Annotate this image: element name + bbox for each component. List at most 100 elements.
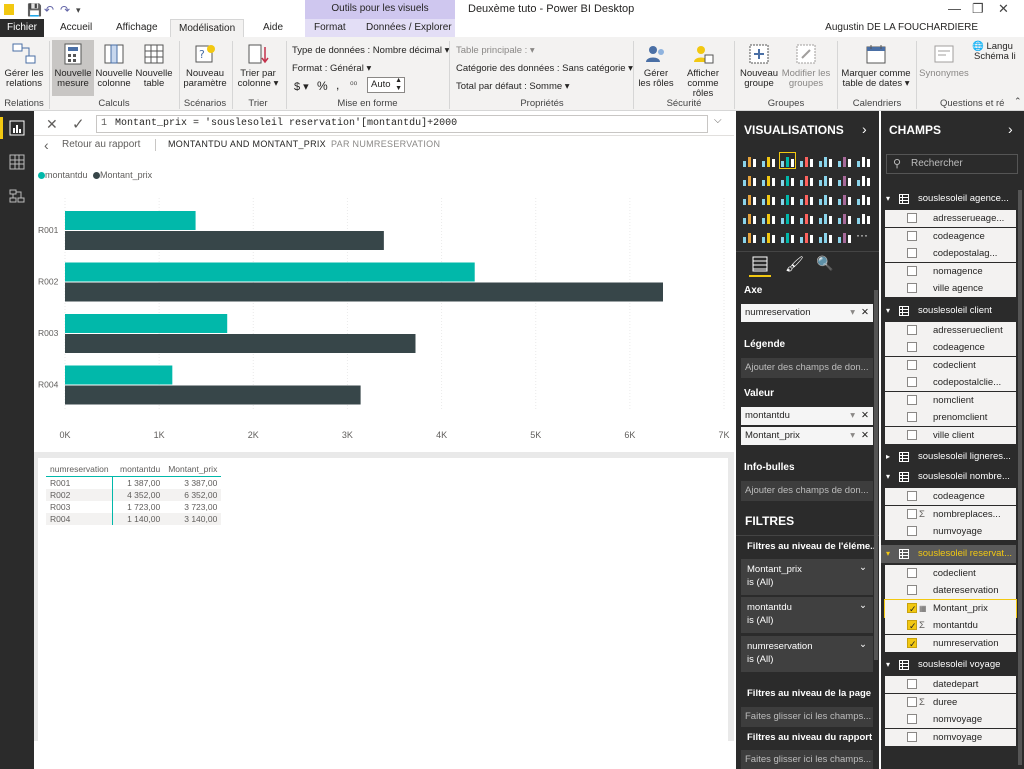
visual-type-icon[interactable] xyxy=(742,210,757,225)
table-row[interactable]: R003 1 723,00 3 723,00 xyxy=(46,501,222,513)
field-table-header[interactable]: ▸ souslesoleil ligneres... xyxy=(881,448,1016,466)
visual-type-icon[interactable] xyxy=(818,210,833,225)
field-item[interactable]: ville agence xyxy=(885,280,1016,297)
visual-type-icon[interactable] xyxy=(780,172,795,187)
field-item[interactable]: codeagence xyxy=(885,488,1016,505)
field-item[interactable]: datedepart xyxy=(885,676,1016,693)
visual-type-icon[interactable] xyxy=(818,172,833,187)
new-measure-button[interactable]: Nouvelle mesure xyxy=(52,40,94,96)
main-table-dropdown[interactable]: Table principale : ▾ xyxy=(456,45,535,56)
new-table-button[interactable]: Nouvelle table xyxy=(134,40,174,96)
tab-format[interactable]: Format xyxy=(306,19,354,37)
bar-chart[interactable]: 0K 1K 2K 3K 4K 5K 6K 7K R001 R002 R003 R004 xyxy=(34,190,734,446)
tab-aide[interactable]: Aide xyxy=(255,19,291,37)
fields-search-input[interactable]: ⚲ Rechercher xyxy=(886,154,1018,174)
page-filters-drop-zone[interactable]: Faites glisser ici les champs... xyxy=(741,707,873,727)
new-parameter-button[interactable]: ? Nouveau paramètre xyxy=(182,40,228,96)
remove-field-icon[interactable]: ✕ xyxy=(861,407,869,425)
synonyms-button[interactable]: Synonymes xyxy=(918,40,970,96)
field-checkbox[interactable] xyxy=(907,491,917,501)
valeur-field-montant-prix[interactable]: Montant_prix ▾ ✕ xyxy=(741,427,873,445)
filter-card-montant-prix[interactable]: Montant_prix ⌄ is (All) xyxy=(741,559,873,595)
visual-type-icon[interactable] xyxy=(856,191,871,206)
field-item[interactable]: nomagence xyxy=(885,262,1016,280)
visual-type-icon[interactable] xyxy=(799,153,814,168)
bar-montant-prix-r002[interactable] xyxy=(65,282,663,302)
table-row[interactable]: R004 1 140,00 3 140,00 xyxy=(46,513,222,525)
visual-type-icon[interactable] xyxy=(856,172,871,187)
field-item[interactable]: codeagence xyxy=(885,339,1016,356)
visual-type-icon[interactable] xyxy=(837,191,852,206)
view-as-roles-button[interactable]: Afficher comme rôles xyxy=(677,40,729,99)
filter-card-numreservation[interactable]: numreservation ⌄ is (All) xyxy=(741,636,873,672)
field-checkbox[interactable] xyxy=(907,567,917,578)
field-checkbox[interactable] xyxy=(907,342,917,352)
field-checkbox[interactable] xyxy=(907,213,917,223)
chevron-down-icon[interactable]: ▾ xyxy=(850,304,855,322)
model-view-icon[interactable] xyxy=(9,188,25,204)
chevron-down-icon[interactable]: ▾ xyxy=(886,545,890,563)
visual-type-icon[interactable] xyxy=(780,191,795,206)
bar-montantdu-r004[interactable] xyxy=(65,365,173,385)
tab-donnees-explorer[interactable]: Données / Explorer xyxy=(358,19,460,37)
field-checkbox[interactable] xyxy=(907,412,917,422)
visual-type-icon[interactable] xyxy=(818,229,833,244)
visual-type-icon[interactable] xyxy=(856,210,871,225)
visual-type-icon[interactable] xyxy=(761,229,776,244)
chevron-down-icon[interactable]: ⌄ xyxy=(859,638,867,651)
visual-type-icon[interactable] xyxy=(742,172,757,187)
default-summarization-dropdown[interactable]: Total par défaut : Somme ▾ xyxy=(456,81,570,92)
tab-fichier[interactable]: Fichier xyxy=(0,19,44,37)
undo-icon[interactable]: ↶ xyxy=(44,3,54,17)
field-checkbox[interactable] xyxy=(907,248,917,258)
manage-relations-button[interactable]: Gérer les relations xyxy=(2,40,46,96)
data-category-dropdown[interactable]: Catégorie des données : Sans catégorie ▾ xyxy=(456,63,633,74)
field-checkbox[interactable] xyxy=(907,618,917,634)
mark-as-date-table-button[interactable]: Marquer comme table de dates ▾ xyxy=(840,40,912,96)
minimize-icon[interactable]: — xyxy=(948,1,961,16)
field-item[interactable]: codeclient xyxy=(885,564,1016,582)
visual-type-icon[interactable] xyxy=(761,210,776,225)
filter-card-montantdu[interactable]: montantdu ⌄ is (All) xyxy=(741,597,873,633)
field-item[interactable]: adresserueclient xyxy=(885,321,1016,339)
field-item[interactable]: codeagence xyxy=(885,227,1016,245)
visual-type-icon[interactable] xyxy=(779,152,796,169)
format-dropdown[interactable]: Format : Général ▾ xyxy=(292,63,371,74)
user-name[interactable]: Augustin DE LA FOUCHARDIERE xyxy=(825,22,978,33)
sort-by-column-button[interactable]: Trier par colonne ▾ xyxy=(235,40,281,96)
formula-input[interactable]: 1 Montant_prix = 'souslesoleil reservatio… xyxy=(96,115,708,133)
commit-formula-icon[interactable]: ✓ xyxy=(72,115,85,133)
fields-well-tab-icon[interactable] xyxy=(751,255,769,273)
thousands-separator-button[interactable]: , xyxy=(336,78,339,92)
field-table-header[interactable]: ▾ souslesoleil client xyxy=(881,302,1016,320)
bar-montant-prix-r003[interactable] xyxy=(65,334,416,353)
back-arrow-icon[interactable]: ‹ xyxy=(44,137,49,153)
table-header[interactable]: Montant_prix xyxy=(164,462,221,477)
bar-montantdu-r003[interactable] xyxy=(65,314,228,333)
visual-type-icon[interactable] xyxy=(761,172,776,187)
fields-scrollbar[interactable] xyxy=(1018,190,1022,765)
tab-affichage[interactable]: Affichage xyxy=(108,19,166,37)
field-item[interactable]: nomclient xyxy=(885,391,1016,409)
tab-accueil[interactable]: Accueil xyxy=(52,19,100,37)
restore-icon[interactable]: ❐ xyxy=(972,1,984,17)
field-item[interactable]: codeclient xyxy=(885,356,1016,374)
table-row[interactable]: R002 4 352,00 6 352,00 xyxy=(46,489,222,501)
chevron-down-icon[interactable]: ▾ xyxy=(886,302,890,320)
field-checkbox[interactable] xyxy=(907,429,917,440)
visual-type-icon[interactable] xyxy=(742,229,757,244)
bar-montantdu-r001[interactable] xyxy=(65,211,196,230)
visual-type-icon[interactable] xyxy=(799,229,814,244)
field-checkbox[interactable] xyxy=(907,359,917,370)
field-checkbox[interactable] xyxy=(907,324,917,335)
field-checkbox[interactable] xyxy=(907,636,917,652)
field-item[interactable]: ▦ Montant_prix xyxy=(884,598,1017,618)
visual-type-icon[interactable] xyxy=(818,153,833,168)
field-item[interactable]: Σ nombreplaces... xyxy=(885,505,1016,523)
save-icon[interactable]: 💾 xyxy=(27,3,42,17)
language-button[interactable]: 🌐 Langu Schéma li xyxy=(972,42,1024,72)
chevron-down-icon[interactable]: ▾ xyxy=(850,427,855,445)
field-item[interactable]: datereservation xyxy=(885,582,1016,599)
field-table-header[interactable]: ▾ souslesoleil nombre... xyxy=(881,468,1016,486)
visual-type-icon[interactable] xyxy=(761,153,776,168)
